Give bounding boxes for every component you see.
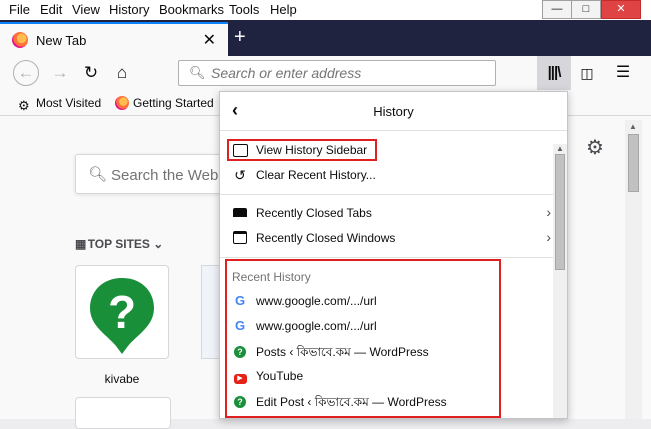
menu-edit[interactable]: Edit: [40, 2, 62, 17]
close-window-button[interactable]: ✕: [601, 0, 641, 19]
top-sites-heading[interactable]: ▦ TOP SITES ⌄: [75, 237, 163, 251]
bookmark-label: Most Visited: [36, 96, 102, 110]
grid-icon: ▦: [75, 237, 86, 251]
address-bar[interactable]: 🔍︎: [178, 60, 496, 86]
tab-new-tab[interactable]: New Tab ✕: [0, 22, 228, 56]
menu-item-label: Clear Recent History...: [256, 168, 376, 182]
menu-help[interactable]: Help: [270, 2, 297, 17]
library-icon: |||\: [547, 64, 562, 81]
scroll-up-icon[interactable]: ▲: [556, 144, 564, 153]
home-button[interactable]: ⌂: [111, 62, 133, 84]
history-panel: ‹ History View History Sidebar ↺ Clear R…: [219, 91, 568, 419]
library-button[interactable]: |||\: [537, 56, 571, 90]
firefox-icon: [12, 32, 28, 48]
search-icon: 🔍︎: [88, 166, 108, 183]
history-clock-icon: ↺: [234, 167, 246, 183]
bookmark-label: Getting Started: [133, 96, 214, 110]
menu-tools[interactable]: Tools: [229, 2, 259, 17]
gear-icon: ⚙: [18, 98, 30, 113]
sidebar-toggle-button[interactable]: ◫: [576, 62, 598, 84]
maximize-button[interactable]: □: [571, 0, 601, 19]
menu-bar: File Edit View History Bookmarks Tools H…: [0, 0, 651, 20]
back-button[interactable]: ←: [13, 60, 39, 86]
bookmark-getting-started[interactable]: Getting Started: [115, 96, 214, 110]
chevron-right-icon: ›: [546, 204, 551, 220]
separator: [220, 257, 555, 258]
highlight-box: [227, 139, 377, 161]
search-icon: 🔍︎: [189, 65, 206, 80]
chevron-down-icon: ⌄: [153, 237, 164, 251]
recently-closed-tabs-item[interactable]: Recently Closed Tabs ›: [220, 202, 555, 224]
scrollbar-thumb[interactable]: [628, 134, 639, 192]
new-tab-button[interactable]: +: [234, 26, 246, 49]
close-tab-icon[interactable]: ✕: [203, 30, 216, 50]
top-site-tile[interactable]: ?: [75, 265, 169, 359]
panel-title: History: [373, 104, 414, 119]
menu-item-label: Recently Closed Windows: [256, 231, 396, 245]
settings-gear-icon[interactable]: ⚙: [586, 135, 604, 160]
scroll-up-icon[interactable]: ▲: [629, 122, 637, 131]
kivabe-logo-icon: ?: [90, 278, 154, 354]
main-menu-button[interactable]: ☰: [612, 62, 634, 84]
menu-view[interactable]: View: [72, 2, 100, 17]
page-scrollbar[interactable]: ▲: [625, 120, 642, 419]
menu-bookmarks[interactable]: Bookmarks: [159, 2, 224, 17]
web-search-box[interactable]: 🔍︎ Search the Web: [75, 154, 235, 194]
top-sites-label: TOP SITES: [87, 237, 150, 251]
menu-history[interactable]: History: [109, 2, 149, 17]
bookmark-most-visited[interactable]: ⚙ Most Visited: [18, 96, 102, 113]
clear-recent-history-item[interactable]: ↺ Clear Recent History...: [220, 164, 555, 186]
top-site-label: kivabe: [104, 372, 140, 386]
recently-closed-windows-item[interactable]: Recently Closed Windows ›: [220, 227, 555, 249]
panel-header: ‹ History: [220, 92, 567, 131]
svg-text:?: ?: [108, 286, 136, 338]
panel-scrollbar-thumb[interactable]: [555, 154, 565, 270]
nav-bar: ← → ↻ ⌂ 🔍︎ |||\ ◫ ☰: [0, 56, 651, 91]
chevron-right-icon: ›: [546, 229, 551, 245]
panel-scrollbar[interactable]: ▲: [553, 144, 567, 418]
top-site-tile[interactable]: [75, 397, 171, 429]
separator: [220, 194, 555, 195]
minimize-button[interactable]: —: [542, 0, 572, 19]
menu-item-label: Recently Closed Tabs: [256, 206, 372, 220]
tab-title: New Tab: [36, 33, 87, 48]
firefox-icon: [115, 96, 129, 110]
window-icon: [233, 231, 247, 244]
reload-button[interactable]: ↻: [80, 62, 102, 84]
menu-file[interactable]: File: [9, 2, 30, 17]
tab-icon: [233, 208, 247, 217]
address-input[interactable]: [209, 64, 483, 82]
forward-button[interactable]: →: [49, 62, 71, 84]
web-search-placeholder: Search the Web: [111, 167, 219, 184]
highlight-box: [225, 259, 501, 418]
